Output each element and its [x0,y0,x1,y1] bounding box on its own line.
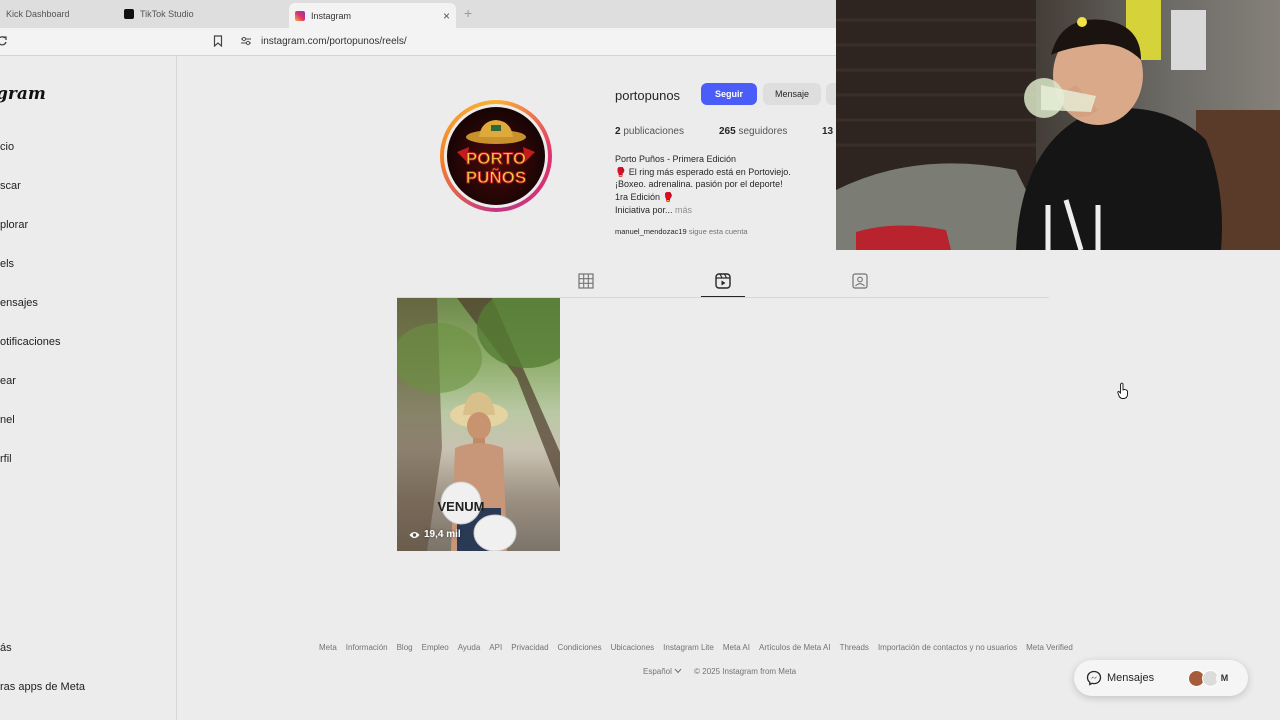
footer-link[interactable]: Instagram Lite [663,643,714,652]
reel-thumbnail[interactable]: VENUM [397,298,560,551]
bio-line-4: Iniciativa por... más [615,205,692,215]
bio-line-3: 1ra Edición 🥊 [615,192,674,202]
messages-label: Mensajes [1107,672,1155,684]
instagram-icon [295,10,305,21]
sidebar-item-otras-apps[interactable]: ras apps de Meta [0,681,85,693]
footer-link[interactable]: Artículos de Meta AI [759,643,831,652]
bio-line-1: 🥊 El ring más esperado está en Portoviej… [615,167,791,177]
sidebar-item-reels[interactable]: els [0,258,14,270]
language-selector[interactable]: Español [643,667,682,676]
instagram-logo[interactable]: gram [0,84,46,104]
sidebar-item-inicio[interactable]: cio [0,141,14,153]
url-input[interactable]: instagram.com/portopunos/reels/ [261,36,407,47]
close-icon[interactable]: × [443,9,450,23]
glove-text: VENUM [438,499,485,514]
reels-icon[interactable] [714,272,732,290]
following-count: 13 [822,126,834,137]
follow-button[interactable]: Seguir [701,83,757,105]
avatar-text-line2: PUÑOS [466,167,526,187]
reload-icon[interactable] [0,35,8,47]
hand-cursor-icon [1117,382,1128,399]
footer-bottom: Español © 2025 Instagram from Meta [643,667,796,676]
eye-icon [409,531,420,538]
copyright: © 2025 Instagram from Meta [694,667,797,676]
sidebar-item-explorar[interactable]: plorar [0,219,28,231]
sidebar-item-mas[interactable]: ás [0,642,12,654]
footer-link[interactable]: Meta Verified [1026,643,1073,652]
stat-posts: 2 publicaciones [615,126,684,137]
footer-link[interactable]: Información [346,643,388,652]
new-tab-icon[interactable]: + [464,5,472,21]
avatar-text-line1: PORTO [466,149,526,168]
footer-link[interactable]: Privacidad [511,643,548,652]
profile-username: portopunos [615,88,681,103]
message-button[interactable]: Mensaje [763,83,821,105]
posts-count: 2 [615,126,621,137]
footer-link[interactable]: Meta AI [723,643,750,652]
footer-link[interactable]: Ayuda [458,643,481,652]
language-label: Español [643,667,672,676]
bio-text: Iniciativa por... [615,205,673,215]
tab-kick-dashboard[interactable]: Kick Dashboard [0,3,116,25]
sidebar-item-perfil[interactable]: rfil [0,453,12,465]
sidebar-item-crear[interactable]: ear [0,375,16,387]
bio-line-2: ¡Boxeo. adrenalina. pasión por el deport… [615,179,783,189]
footer-link[interactable]: API [489,643,502,652]
followed-by[interactable]: manuel_mendozac19 sigue esta cuenta [615,227,748,236]
stat-following[interactable]: 13 [822,126,833,137]
bio-name: Porto Puños - Primera Edición [615,154,737,164]
chevron-down-icon [674,668,682,674]
sidebar-item-notificaciones[interactable]: otificaciones [0,336,61,348]
reel-image: VENUM [397,298,560,551]
footer-link[interactable]: Empleo [422,643,449,652]
bookmark-icon[interactable] [213,35,223,47]
footer-link[interactable]: Importación de contactos y no usuarios [878,643,1017,652]
footer-link[interactable]: Blog [397,643,413,652]
tagged-icon[interactable] [851,272,869,290]
site-settings-icon[interactable] [240,36,252,46]
sidebar-item-panel[interactable]: nel [0,414,15,426]
views-count: 19,4 mil [424,529,461,540]
grid-icon[interactable] [577,272,595,290]
tab-instagram[interactable]: Instagram × [289,3,456,28]
messenger-icon [1086,670,1102,686]
bio-more-link[interactable]: más [675,205,692,215]
tab-title: Kick Dashboard [6,9,70,19]
tab-title: TikTok Studio [140,9,194,19]
footer-link[interactable]: Meta [319,643,337,652]
tiktok-icon [124,9,134,19]
profile-avatar[interactable]: PORTO PUÑOS [440,100,552,212]
followed-by-suffix: sigue esta cuenta [688,227,748,236]
webcam-image [836,0,1280,250]
footer-links: Meta Información Blog Empleo Ayuda API Privaci… [319,643,1073,652]
sidebar: gram cio scar plorar els ensajes otifica… [0,56,177,720]
reel-views: 19,4 mil [409,529,461,540]
tab-tiktok-studio[interactable]: TikTok Studio [118,3,288,25]
sidebar-item-mensajes[interactable]: ensajes [0,297,38,309]
tab-title: Instagram [311,10,352,21]
posts-label: publicaciones [623,126,684,137]
footer-link[interactable]: Threads [840,643,869,652]
avatar-letter: M [1216,670,1233,687]
followers-label: seguidores [738,126,788,137]
porto-punos-logo: PORTO PUÑOS [457,120,535,188]
footer-link[interactable]: Ubicaciones [611,643,655,652]
webcam-overlay [836,0,1280,250]
sidebar-item-buscar[interactable]: scar [0,180,21,192]
footer-link[interactable]: Condiciones [558,643,602,652]
avatar-image: PORTO PUÑOS [447,107,545,205]
messages-pill[interactable]: Mensajes M [1074,660,1248,696]
followers-count: 265 [719,126,736,137]
followed-by-user: manuel_mendozac19 [615,227,687,236]
stat-followers[interactable]: 265 seguidores [719,126,787,137]
